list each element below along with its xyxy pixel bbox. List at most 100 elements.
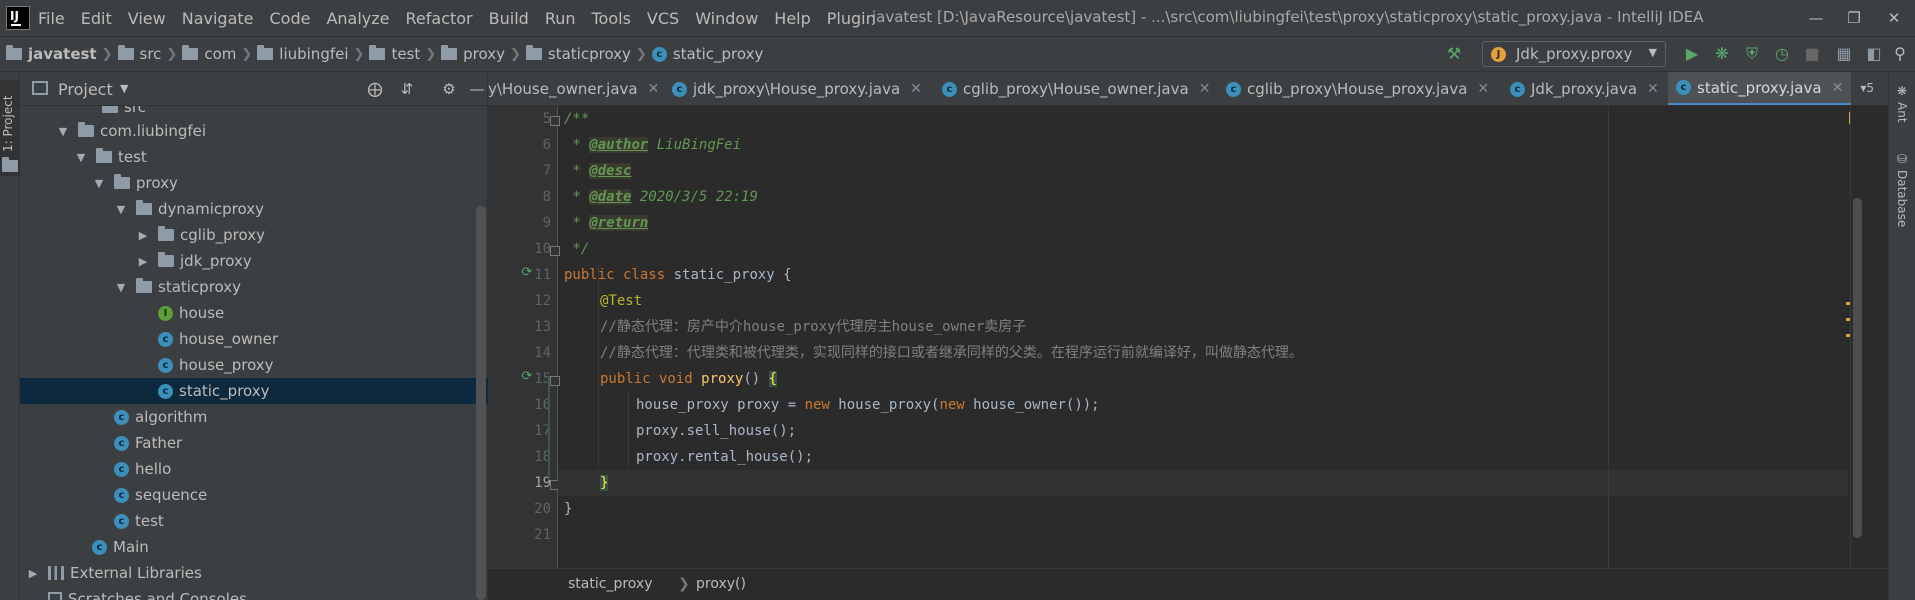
profile-icon[interactable]: ◷ [1771,44,1793,64]
expanded-arrow-icon[interactable]: ▼ [114,203,128,216]
tree-item[interactable]: Scratches and Consoles [20,586,488,600]
close-tab-icon[interactable]: ✕ [1832,80,1844,96]
tab-cglib-house-owner[interactable]: c cglib_proxy\House_owner.java ✕ [934,72,1218,105]
hide-panel-icon[interactable]: — [466,78,488,100]
close-tab-icon[interactable]: ✕ [1647,81,1659,97]
tab-cglib-house-proxy[interactable]: c cglib_proxy\House_proxy.java ✕ [1218,72,1497,105]
locate-file-icon[interactable]: ⨁ [364,78,386,100]
tree-item[interactable]: c algorithm [20,404,488,430]
tree-item[interactable]: ▶ jdk_proxy [20,248,488,274]
coverage-icon[interactable]: ⛨ [1741,44,1763,64]
tab-static-proxy[interactable]: c static_proxy.java ✕ [1668,72,1852,105]
menu-refactor[interactable]: Refactor [406,9,473,28]
breadcrumb-com[interactable]: com [182,45,236,63]
collapsed-arrow-icon[interactable]: ▶ [26,567,40,580]
editor-scrollbar-thumb[interactable] [1853,198,1862,538]
tree-item[interactable]: ▶ cglib_proxy [20,222,488,248]
tree-item[interactable]: c Father [20,430,488,456]
folder-icon [6,45,22,60]
tab-jdk-proxy[interactable]: c Jdk_proxy.java ✕ [1502,72,1667,105]
intellij-logo-icon[interactable]: IJ [6,6,30,30]
tree-item[interactable]: c house_owner [20,326,488,352]
breadcrumb-project[interactable]: javatest [6,45,97,63]
run-test-class-icon[interactable]: ⟳ [520,266,534,280]
restore-icon[interactable]: ❐ [1842,6,1866,30]
ant-icon[interactable]: ❋ [1895,84,1909,98]
breadcrumb-src[interactable]: src [117,45,161,63]
menu-view[interactable]: View [128,9,166,28]
run-test-method-icon[interactable]: ⟳ [520,370,534,384]
expanded-arrow-icon[interactable]: ▼ [92,177,106,190]
menu-analyze[interactable]: Analyze [326,9,389,28]
project-structure-icon[interactable]: ▦ [1833,44,1855,64]
tree-item[interactable]: c Main [20,534,488,560]
collapsed-arrow-icon[interactable]: ▶ [136,229,150,242]
expanded-arrow-icon[interactable]: ▼ [114,281,128,294]
database-icon[interactable]: ⛁ [1895,152,1909,166]
ant-tool-tab[interactable]: Ant [1895,102,1909,123]
tree-item[interactable]: c house_proxy [20,352,488,378]
project-view-select[interactable]: Project [58,80,113,99]
breadcrumb-test[interactable]: test [369,45,420,63]
chevron-down-icon[interactable]: ▼ [120,82,128,95]
breadcrumb-separator-icon: ❯ [101,46,113,62]
tree-item[interactable]: ▼ test [20,144,488,170]
database-tool-tab[interactable]: Database [1895,170,1909,227]
tree-item[interactable]: ▼ com.liubingfei [20,118,488,144]
editor-breadcrumb-class[interactable]: static_proxy [568,576,652,592]
stop-icon[interactable]: ■ [1801,44,1823,64]
tree-item[interactable]: c test [20,508,488,534]
collapsed-arrow-icon[interactable]: ▶ [136,255,150,268]
close-tab-icon[interactable]: ✕ [1199,81,1211,97]
tree-item[interactable]: c hello [20,456,488,482]
close-tab-icon[interactable]: ✕ [1477,81,1489,97]
tree-item[interactable]: ▼ proxy [20,170,488,196]
gear-icon[interactable]: ⚙ [438,78,460,100]
menu-run[interactable]: Run [545,9,576,28]
build-hammer-icon[interactable]: ⚒ [1443,44,1465,64]
menu-file[interactable]: File [38,9,65,28]
breadcrumb-proxy[interactable]: proxy [441,45,505,63]
menu-tools[interactable]: Tools [592,9,631,28]
project-tree-scrollbar[interactable] [476,206,486,600]
menu-window[interactable]: Window [695,9,758,28]
layout-icon[interactable]: ◧ [1863,44,1885,64]
menu-build[interactable]: Build [489,9,529,28]
minimize-icon[interactable]: — [1804,6,1828,30]
expanded-arrow-icon[interactable]: ▼ [56,125,70,138]
close-icon[interactable]: ✕ [1882,6,1906,30]
code-editor[interactable]: /** * @author LiuBingFei * @desc * @date… [558,106,1848,568]
editor-scrollbar[interactable] [1850,106,1864,568]
editor-breadcrumb-method[interactable]: proxy() [696,576,746,592]
expanded-arrow-icon[interactable]: ▼ [74,151,88,164]
tree-item[interactable]: ▼ staticproxy [20,274,488,300]
tab-jdk-house-proxy[interactable]: c jdk_proxy\House_proxy.java ✕ [664,72,930,105]
tree-item[interactable]: ▶ External Libraries [20,560,488,586]
menu-help[interactable]: Help [774,9,810,28]
breadcrumb-staticproxy[interactable]: staticproxy [525,45,631,63]
project-tool-tab[interactable]: 1: Project [0,80,20,176]
search-everywhere-icon[interactable]: ⚲ [1889,44,1911,64]
close-tab-icon[interactable]: ✕ [910,81,922,97]
tree-item[interactable]: Ihouse [20,300,488,326]
menu-edit[interactable]: Edit [81,9,112,28]
close-tab-icon[interactable]: ✕ [648,81,660,97]
debug-icon[interactable]: ❋ [1711,44,1733,64]
menu-vcs[interactable]: VCS [647,9,679,28]
menu-plugin[interactable]: Plugin [827,9,876,28]
tab-house-owner[interactable]: y\House_owner.java ✕ [488,72,667,105]
tree-item-selected[interactable]: c static_proxy [20,378,488,404]
breadcrumb-liubingfei[interactable]: liubingfei [257,45,349,63]
class-icon: c [1226,81,1241,97]
run-icon[interactable]: ▶ [1681,44,1703,64]
tree-item[interactable]: c sequence [20,482,488,508]
tab-overflow-menu[interactable]: ▾5 [1860,81,1874,95]
menu-code[interactable]: Code [270,9,311,28]
run-configuration-select[interactable]: J Jdk_proxy.proxy ▼ [1482,41,1666,67]
breadcrumb-static-proxy[interactable]: c static_proxy [651,45,763,63]
collapse-all-icon[interactable]: ⇵ [396,78,418,100]
tree-item[interactable]: ▼ dynamicproxy [20,196,488,222]
class-icon: c [114,461,129,477]
class-icon: c [672,81,687,97]
menu-navigate[interactable]: Navigate [182,9,254,28]
